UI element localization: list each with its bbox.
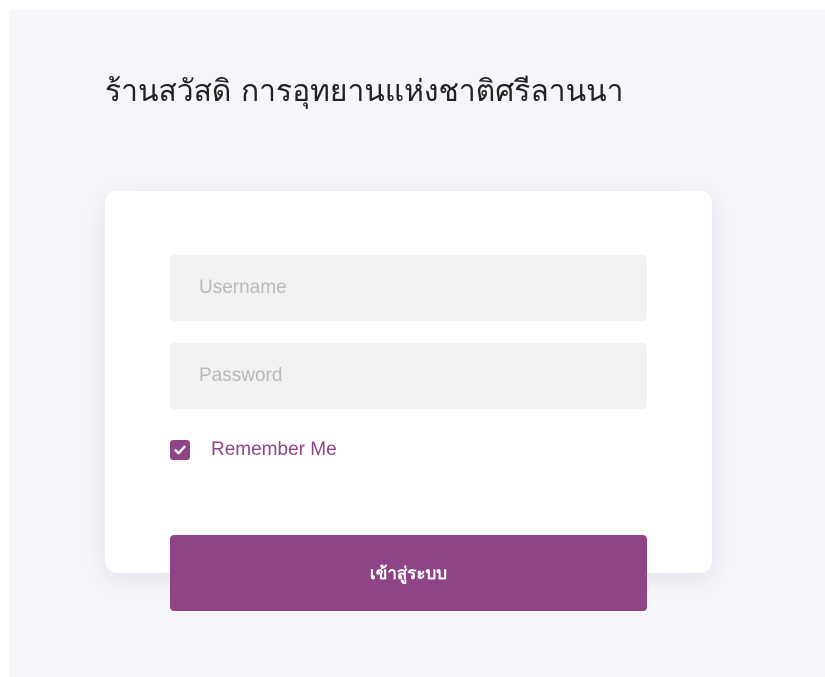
- page-title: ร้านสวัสดิ การอุทยานแห่งชาติศรีลานนา: [105, 74, 624, 109]
- checkbox-checked[interactable]: [170, 440, 190, 460]
- login-button[interactable]: เข้าสู่ระบบ: [170, 535, 647, 611]
- login-card: Remember Me: [105, 191, 712, 573]
- password-input[interactable]: [170, 343, 647, 409]
- check-icon: [174, 445, 186, 455]
- login-page: ร้านสวัสดิ การอุทยานแห่งชาติศรีลานนา Rem…: [9, 10, 825, 677]
- username-input[interactable]: [170, 255, 647, 321]
- remember-me-checkbox[interactable]: Remember Me: [170, 439, 337, 461]
- remember-me-label: Remember Me: [211, 439, 337, 460]
